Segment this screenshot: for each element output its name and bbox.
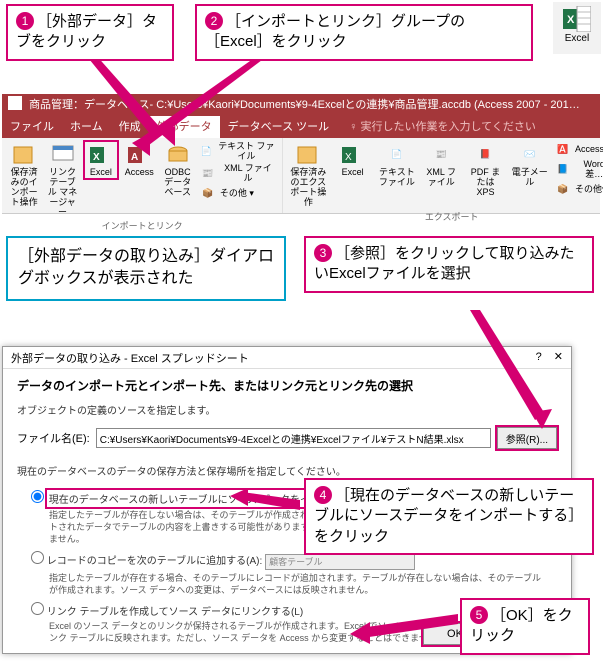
excel-icon: X	[563, 6, 591, 32]
callout-4-text: ［現在のデータベースの新しいテーブルにソースデータをインポートする］をクリック	[314, 487, 583, 545]
callout-3-num: 3	[314, 244, 332, 262]
export-excel-label: Excel	[342, 168, 364, 178]
excel-desktop-icon[interactable]: X Excel	[553, 2, 601, 54]
import-excel-label: Excel	[90, 168, 112, 178]
import-other-button[interactable]: 📦 その他 ▾	[200, 186, 276, 202]
import-odbc-label: ODBC データベース	[162, 168, 194, 198]
callout-1: 1［外部データ］タブをクリック	[6, 4, 174, 61]
callout-5-arrow	[340, 590, 470, 650]
other-icon: 📦	[200, 186, 216, 202]
opt3-label: リンク テーブルを作成してソース データにリンクする(L)	[47, 607, 303, 618]
note-dialog-shown: ［外部データの取り込み］ダイアログボックスが表示された	[6, 236, 286, 301]
xml-file-icon: 📰	[200, 166, 216, 182]
opt1-radio[interactable]	[31, 490, 44, 503]
export-other-label: その他▾	[575, 185, 603, 195]
import-other-label: その他 ▾	[220, 189, 254, 199]
excel-tile-label: Excel	[565, 33, 589, 44]
dialog-title-text: 外部データの取り込み - Excel スプレッドシート	[11, 350, 249, 365]
callout-3-arrow	[440, 304, 600, 434]
import-access-label: Access	[125, 168, 154, 178]
callout-4-arrow	[230, 488, 310, 528]
group-import-label: インポートとリンク	[8, 219, 276, 232]
callout-3: 3［参照］をクリックして取り込みたいExcelファイルを選択	[304, 236, 594, 293]
saved-exports-label: 保存済みのエクスポート操作	[289, 168, 327, 208]
note-text: ［外部データの取り込み］ダイアログボックスが表示された	[18, 248, 274, 287]
callout-2-num: 2	[205, 12, 223, 30]
callout-1-num: 1	[16, 12, 34, 30]
callout-5: 5［OK］をクリック	[460, 598, 590, 655]
opt2-radio[interactable]	[31, 551, 44, 564]
callout-2-text: ［インポートとリンク］グループの［Excel］をクリック	[205, 13, 465, 50]
file-label: ファイル名(E):	[17, 430, 90, 446]
callout-5-num: 5	[470, 606, 488, 624]
svg-text:X: X	[567, 14, 575, 26]
export-text-label: テキスト ファイル	[378, 168, 416, 188]
callout-3-text: ［参照］をクリックして取り込みたいExcelファイルを選択	[314, 245, 575, 282]
export-pdf-label: PDF または XPS	[466, 168, 504, 198]
callout-4: 4［現在のデータベースの新しいテーブルにソースデータをインポートする］をクリック	[304, 478, 594, 555]
opt2-dest[interactable]: 顧客テーブル	[265, 554, 415, 570]
callout-1-text: ［外部データ］タブをクリック	[16, 13, 157, 50]
group-export-label: エクスポート	[289, 210, 603, 223]
callout-2: 2［インポートとリンク］グループの［Excel］をクリック	[195, 4, 533, 61]
callout-arrows-top	[0, 48, 603, 168]
export-mail-label: 電子メール	[511, 168, 549, 188]
export-other-icon: 📦	[555, 182, 571, 198]
link-manager-label: リンク テーブル マネージャー	[46, 168, 78, 217]
opt3-radio[interactable]	[31, 602, 44, 615]
file-path-input[interactable]	[96, 428, 491, 448]
callout-4-num: 4	[314, 486, 332, 504]
export-other-button[interactable]: 📦 その他▾	[555, 182, 603, 198]
export-xml-label: XML ファイル	[422, 168, 460, 188]
opt2-label: レコードのコピーを次のテーブルに追加する(A):	[47, 556, 263, 567]
saved-imports-label: 保存済みのインポート操作	[8, 168, 40, 208]
